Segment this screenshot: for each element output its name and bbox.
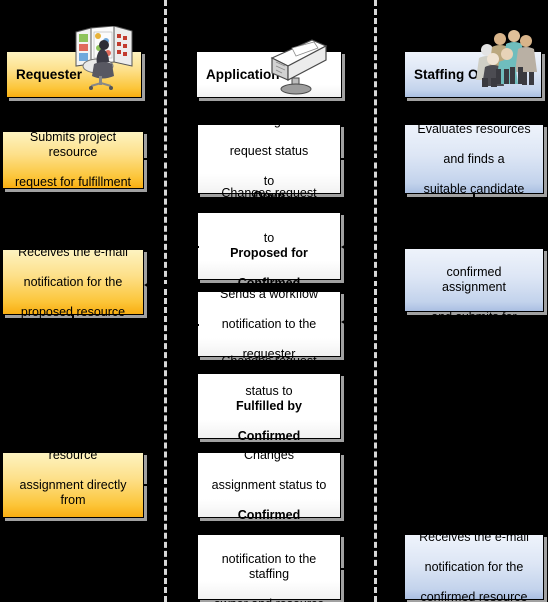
node-n11-text: Sends a workflow notification to the sta…: [214, 522, 324, 602]
edge-n11-n12-arrowhead: [397, 564, 404, 573]
edge-n5-trunk: [364, 279, 404, 281]
edge-n3-n5: [473, 194, 475, 241]
node-n1[interactable]: Submits project resource request for ful…: [2, 130, 144, 189]
edge-n9-n11-arrowhead: [190, 566, 197, 575]
edge-n2-n3-arrowhead: [397, 154, 404, 163]
lane-header-application-label: Application: [206, 67, 280, 82]
edge-n5-bracket: [364, 246, 366, 323]
node-n5[interactable]: Proposes resource for a confirmed assign…: [404, 220, 544, 339]
lane-header-staffing-owner-label: Staffing Owner: [414, 67, 511, 82]
node-n7-text: Sends a workflow notification to the req…: [220, 286, 318, 361]
node-n6-text: Receives the e-mail notification for the…: [18, 244, 128, 319]
edge-n9-n10-arrowhead: [190, 480, 197, 489]
lane-header-staffing-owner: Staffing Owner: [404, 30, 542, 98]
node-n4[interactable]: Changes request status to Proposed for C…: [197, 186, 341, 305]
node-n1-text: Submits project resource request for ful…: [14, 130, 132, 189]
edge-n47-n6-arrowhead: [144, 280, 151, 289]
edge-n5-n7: [348, 321, 366, 323]
node-n3-text: Evaluates resources and finds a suitable…: [417, 121, 531, 196]
edge-n1-n2-arrowhead: [190, 154, 197, 163]
edge-n6-n9-arrowhead: [67, 445, 76, 452]
edge-n3-n5-arrowhead: [468, 241, 477, 248]
edge-n47-n6: [151, 284, 182, 286]
lane-divider-requester-application: [164, 0, 167, 602]
node-n10[interactable]: Changes assignment status to Confirmed: [197, 448, 341, 522]
node-n6[interactable]: Receives the e-mail notification for the…: [2, 245, 144, 319]
node-n3[interactable]: Evaluates resources and finds a suitable…: [404, 121, 544, 196]
edge-n9-n11: [179, 570, 190, 572]
node-n11[interactable]: Sends a workflow notification to the sta…: [197, 522, 341, 602]
node-n12-text: Receives the e-mail notification for the…: [419, 529, 529, 602]
lane-header-application: Application: [196, 39, 342, 98]
lane-header-requester: Requester: [6, 25, 142, 98]
swimlane-flowchart: Requester Application Staffing Owner Sub…: [0, 0, 548, 602]
node-n9[interactable]: Approves the resource assignment directl…: [2, 433, 144, 537]
edge-n11-n12: [341, 568, 397, 570]
edge-n9-n8-arrowhead: [190, 400, 197, 409]
edge-n5-n4-arrowhead: [341, 242, 348, 251]
edge-n4-stub: [180, 246, 199, 248]
edge-n9-riser: [179, 404, 181, 572]
edge-n9-n8: [179, 404, 190, 406]
person-at-desk-icon: [53, 25, 149, 99]
lane-header-requester-label: Requester: [16, 67, 83, 82]
edge-n1-n2: [144, 158, 190, 160]
node-n2[interactable]: Changes request status to Open: [197, 114, 341, 203]
edge-n47-bracket: [180, 246, 182, 326]
edge-n2-n3: [341, 158, 397, 160]
node-n7[interactable]: Sends a workflow notification to the req…: [197, 287, 341, 361]
edge-n5-n7-arrowhead: [341, 317, 348, 326]
node-n8[interactable]: Changes request status to Fulfilled by C…: [197, 354, 341, 458]
node-n12[interactable]: Receives the e-mail notification for the…: [404, 530, 544, 602]
node-n10-text: Changes assignment status to Confirmed: [211, 447, 327, 522]
node-n8-text: Changes request status to Fulfilled by C…: [221, 353, 317, 458]
people-group-icon: [455, 28, 543, 99]
lane-divider-application-staffing: [374, 0, 377, 602]
edge-n5-n4: [348, 246, 366, 248]
edge-n6-n9: [72, 315, 74, 445]
edge-n9-trunk: [144, 484, 190, 486]
edge-n7-stub: [180, 324, 199, 326]
